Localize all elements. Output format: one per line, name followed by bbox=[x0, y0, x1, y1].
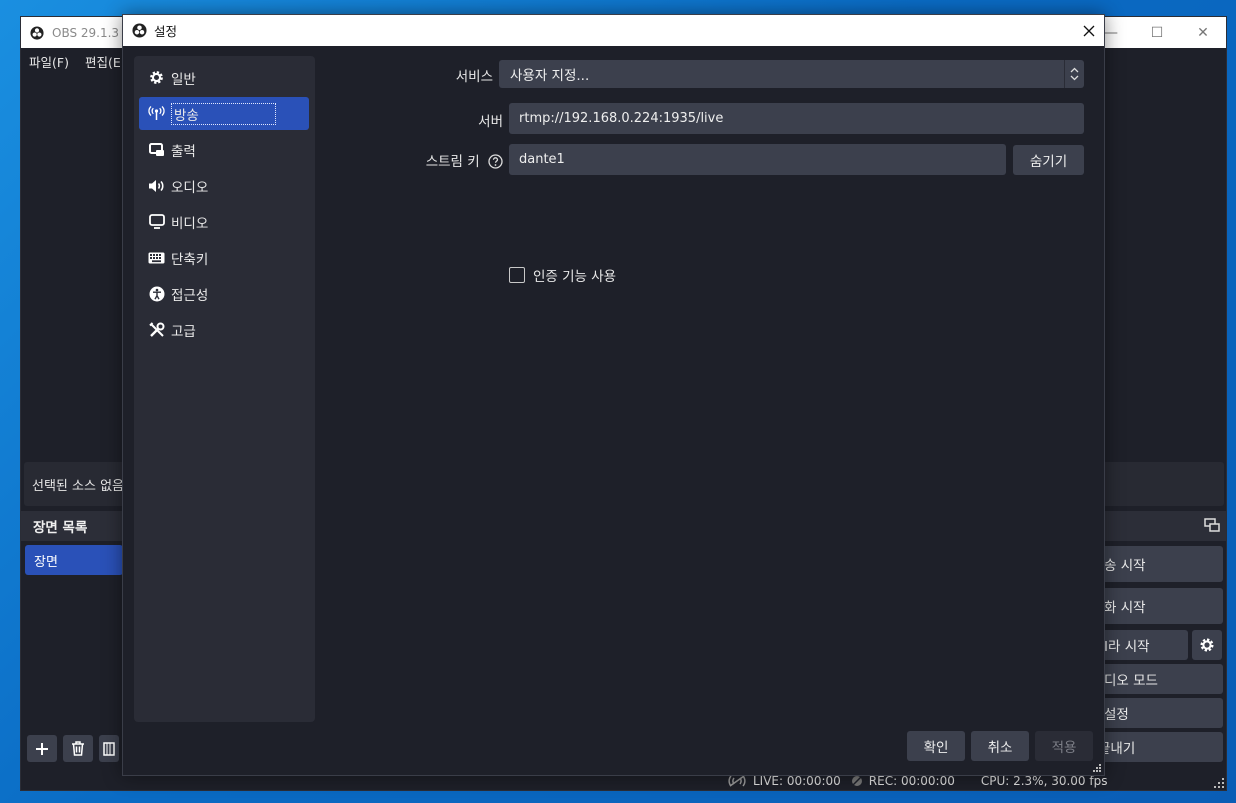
studio-mode-label: 디오 모드 bbox=[1104, 673, 1158, 689]
obs-logo-icon bbox=[30, 25, 44, 40]
server-input[interactable]: rtmp://192.168.0.224:1935/live bbox=[509, 103, 1084, 134]
nav-output[interactable]: 출력 bbox=[139, 133, 309, 166]
settings-sidebar: 일반 방송 출력 오디오 비디오 단축키 접근성 고급 bbox=[134, 56, 315, 722]
live-signal-icon bbox=[728, 775, 746, 787]
nav-hotkeys[interactable]: 단축키 bbox=[139, 241, 309, 274]
resize-grip-icon[interactable] bbox=[1093, 764, 1101, 772]
no-source-label: 선택된 소스 없음 bbox=[32, 478, 124, 494]
nav-accessibility[interactable]: 접근성 bbox=[139, 277, 309, 310]
filters-button[interactable] bbox=[99, 735, 119, 762]
live-time: LIVE: 00:00:00 bbox=[753, 774, 841, 788]
close-icon bbox=[1083, 25, 1095, 36]
nav-video-label: 비디오 bbox=[171, 215, 209, 232]
tools-icon bbox=[148, 321, 164, 337]
speaker-icon bbox=[149, 179, 164, 192]
auth-checkbox[interactable] bbox=[509, 267, 525, 283]
nav-general-label: 일반 bbox=[171, 71, 196, 88]
trash-icon bbox=[72, 741, 84, 756]
cpu-status: CPU: 2.3%, 30.00 fps bbox=[981, 774, 1108, 788]
rec-icon bbox=[851, 775, 863, 787]
nav-accessibility-label: 접근성 bbox=[171, 287, 209, 304]
nav-advanced[interactable]: 고급 bbox=[139, 313, 309, 346]
nav-output-label: 출력 bbox=[171, 143, 196, 160]
monitor-icon bbox=[148, 214, 165, 229]
close-icon[interactable]: ✕ bbox=[1180, 17, 1226, 48]
start-virtual-camera-label: I라 시작 bbox=[1104, 639, 1150, 655]
plus-icon bbox=[36, 742, 48, 755]
scene-tools bbox=[27, 735, 119, 762]
cpu-fps: CPU: 2.3%, 30.00 fps bbox=[980, 774, 1108, 788]
obs-window-title: OBS 29.1.3 - bbox=[52, 25, 128, 40]
hide-key-label: 숨기기 bbox=[1029, 154, 1068, 170]
ok-button[interactable]: 확인 bbox=[907, 731, 965, 761]
maximize-icon[interactable]: ☐ bbox=[1134, 17, 1180, 48]
dialog-close-button[interactable] bbox=[1074, 15, 1104, 46]
add-scene-button[interactable] bbox=[27, 735, 57, 762]
scenes-dock-title: 장면 목록 bbox=[33, 520, 88, 536]
start-recording-label: 화 시작 bbox=[1104, 600, 1146, 616]
nav-hotkeys-label: 단축키 bbox=[171, 251, 209, 268]
apply-label: 적용 bbox=[1051, 740, 1077, 756]
stream-key-label-wrap: 스트림 키 bbox=[403, 150, 503, 170]
nav-general[interactable]: 일반 bbox=[139, 61, 309, 94]
settings-dialog: 설정 일반 방송 출력 오디오 비디오 단축키 접근성 고급 서비스 사용자 지… bbox=[122, 14, 1105, 776]
undock-icon[interactable] bbox=[1204, 518, 1220, 532]
dialog-title: 설정 bbox=[154, 24, 178, 39]
live-status: LIVE: 00:00:00 bbox=[727, 774, 841, 788]
accessibility-icon bbox=[149, 286, 164, 301]
cancel-label: 취소 bbox=[987, 740, 1013, 756]
nav-advanced-label: 고급 bbox=[171, 323, 196, 340]
remove-scene-button[interactable] bbox=[63, 735, 93, 762]
antenna-icon bbox=[148, 106, 165, 120]
server-label: 서버 bbox=[478, 114, 503, 130]
service-select[interactable]: 사용자 지정... bbox=[499, 60, 1084, 88]
menu-edit[interactable]: 편집(E bbox=[85, 52, 121, 71]
virtual-camera-settings-button[interactable] bbox=[1192, 630, 1222, 660]
settings-label: 설정 bbox=[1104, 707, 1129, 723]
auth-checkbox-row[interactable]: 인증 기능 사용 bbox=[509, 265, 616, 285]
obs-logo-icon bbox=[132, 23, 147, 38]
nav-video[interactable]: 비디오 bbox=[139, 205, 309, 238]
rec-status: REC: 00:00:00 bbox=[851, 774, 955, 788]
keyboard-icon bbox=[148, 252, 165, 263]
cancel-button[interactable]: 취소 bbox=[971, 731, 1029, 761]
dialog-titlebar: 설정 bbox=[123, 15, 1104, 46]
scene-list: 장면 bbox=[21, 541, 126, 731]
gear-icon bbox=[150, 71, 163, 84]
nav-stream-label: 방송 bbox=[171, 102, 276, 125]
service-select-arrows[interactable] bbox=[1064, 60, 1084, 88]
nav-audio[interactable]: 오디오 bbox=[139, 169, 309, 202]
nav-audio-label: 오디오 bbox=[171, 179, 209, 196]
nav-stream[interactable]: 방송 bbox=[139, 97, 309, 130]
ok-label: 확인 bbox=[923, 740, 949, 756]
service-label: 서비스 bbox=[455, 69, 493, 85]
menu-file[interactable]: 파일(F) bbox=[29, 52, 69, 71]
output-icon bbox=[148, 142, 164, 156]
apply-button[interactable]: 적용 bbox=[1035, 731, 1093, 761]
resize-grip-icon[interactable] bbox=[1214, 778, 1224, 788]
start-streaming-label: 송 시작 bbox=[1104, 558, 1146, 574]
scene-item[interactable]: 장면 bbox=[25, 545, 123, 575]
rec-time: REC: 00:00:00 bbox=[868, 774, 955, 788]
server-value: rtmp://192.168.0.224:1935/live bbox=[519, 111, 724, 126]
stream-key-value: dante1 bbox=[519, 152, 565, 167]
filter-icon bbox=[103, 741, 115, 756]
hide-key-button[interactable]: 숨기기 bbox=[1013, 145, 1084, 175]
gear-icon bbox=[1200, 638, 1214, 652]
help-icon[interactable] bbox=[488, 154, 503, 169]
service-value: 사용자 지정... bbox=[510, 68, 590, 84]
stream-key-input[interactable]: dante1 bbox=[509, 144, 1006, 175]
stream-key-label: 스트림 키 bbox=[425, 154, 480, 170]
auth-checkbox-label: 인증 기능 사용 bbox=[533, 269, 617, 285]
window-controls: — ☐ ✕ bbox=[1088, 17, 1226, 48]
updown-chevron-icon bbox=[1070, 67, 1079, 81]
